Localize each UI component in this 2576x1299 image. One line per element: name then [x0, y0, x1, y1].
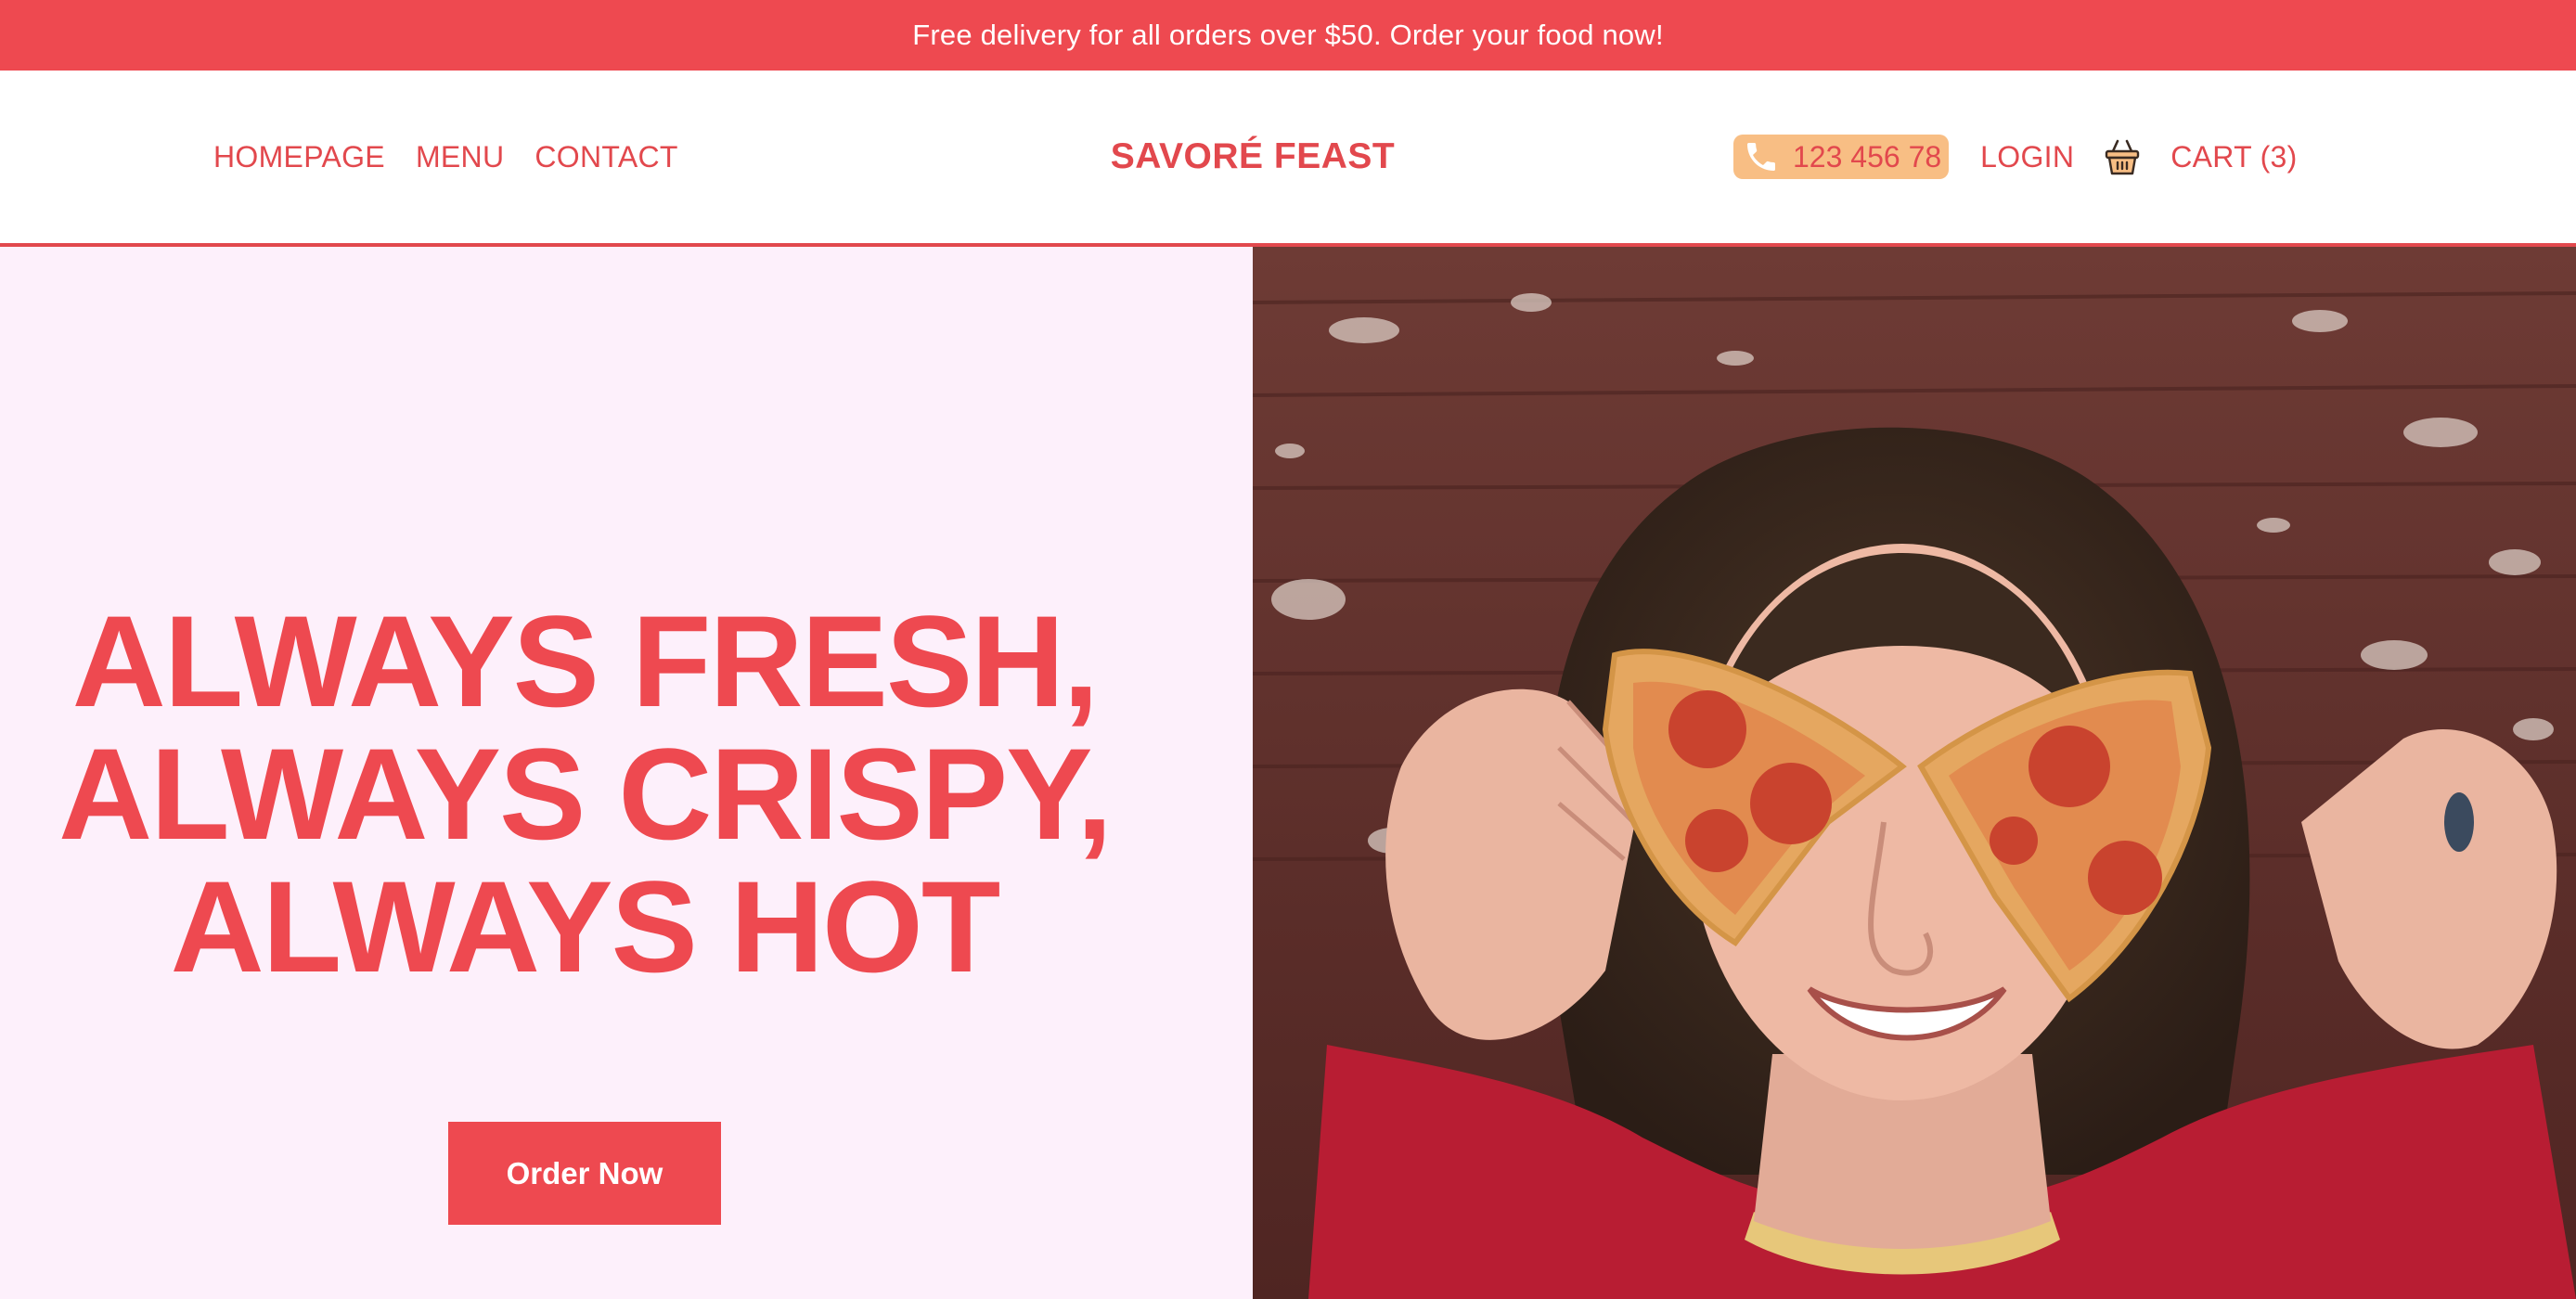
- phone-button[interactable]: 123 456 78: [1733, 135, 1950, 179]
- promo-banner: Free delivery for all orders over $50. O…: [0, 0, 2576, 71]
- site-header: HOMEPAGE MENU CONTACT SAVORÉ FEAST 123 4…: [0, 71, 2576, 247]
- hero-section: ALWAYS FRESH, ALWAYS CRISPY, ALWAYS HOT …: [0, 247, 1253, 1299]
- login-link[interactable]: LOGIN: [1980, 140, 2074, 174]
- headline-line-2: ALWAYS CRISPY,: [58, 721, 1113, 867]
- basket-icon[interactable]: [2104, 136, 2141, 177]
- hero-photo: [1253, 247, 2576, 1299]
- phone-icon: [1743, 138, 1780, 175]
- account-nav: 123 456 78 LOGIN CART (3): [1733, 71, 2298, 243]
- headline-line-1: ALWAYS FRESH,: [71, 588, 1100, 734]
- promo-text: Free delivery for all orders over $50. O…: [912, 19, 1664, 51]
- hero-headline: ALWAYS FRESH, ALWAYS CRISPY, ALWAYS HOT: [0, 595, 1169, 993]
- phone-number: 123 456 78: [1793, 139, 1942, 174]
- order-now-button[interactable]: Order Now: [448, 1122, 721, 1225]
- headline-line-3: ALWAYS HOT: [170, 854, 1001, 999]
- cart-link[interactable]: CART (3): [2170, 140, 2297, 174]
